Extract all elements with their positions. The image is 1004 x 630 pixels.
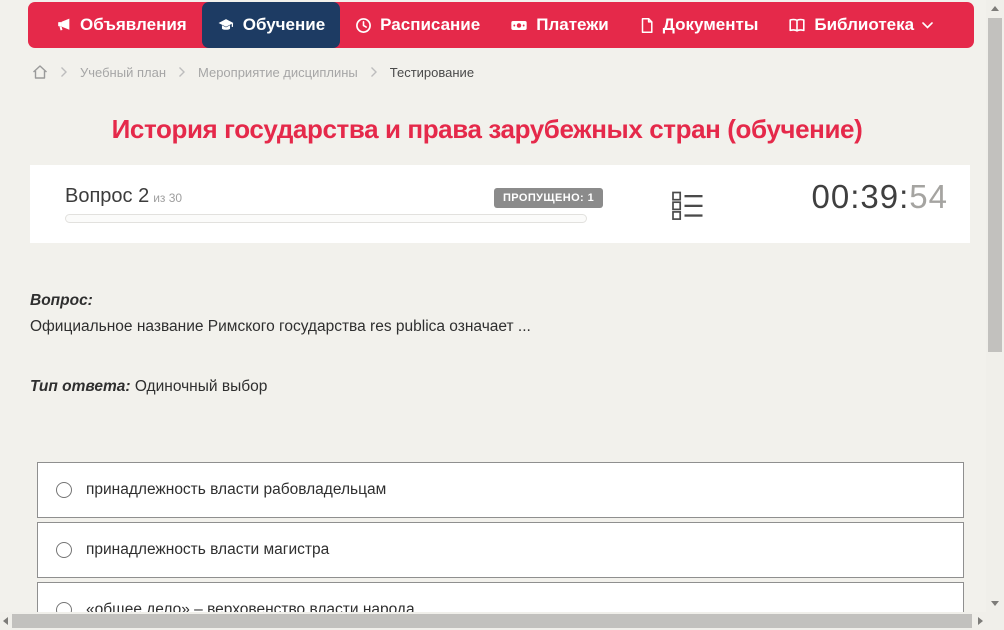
graduation-cap-icon	[217, 17, 235, 34]
timer-minutes: 00:39:	[811, 178, 910, 215]
nav-item-library[interactable]: Библиотека	[773, 2, 948, 48]
answer-type-label: Тип ответа:	[30, 378, 131, 395]
scroll-left-arrow-icon[interactable]	[3, 617, 8, 625]
scroll-down-arrow-icon[interactable]	[991, 601, 999, 606]
answer-type-value: Одиночный выбор	[134, 378, 268, 395]
radio-button[interactable]	[56, 542, 72, 558]
main-navbar: Объявления Обучение Расписание Платежи Д…	[28, 2, 974, 48]
question-text: Официальное название Римского государств…	[30, 318, 531, 335]
nav-item-label: Объявления	[80, 15, 187, 34]
document-icon	[639, 17, 655, 34]
vertical-scrollbar[interactable]	[986, 0, 1004, 612]
nav-item-label: Документы	[662, 15, 759, 34]
page-title: История государства и права зарубежных с…	[111, 114, 863, 144]
question-heading: Вопрос:	[30, 292, 93, 309]
scroll-right-arrow-icon[interactable]	[978, 617, 983, 625]
breadcrumb-item-discipline-event[interactable]: Мероприятие дисциплины	[198, 65, 358, 80]
nav-item-payments[interactable]: Платежи	[495, 2, 624, 48]
chevron-down-icon	[922, 21, 933, 29]
scroll-up-arrow-icon[interactable]	[991, 6, 999, 11]
answer-option-label: принадлежность власти рабовладельцам	[86, 481, 387, 498]
nav-item-learning[interactable]: Обучение	[201, 2, 341, 48]
nav-item-label: Библиотека	[814, 15, 915, 34]
horizontal-scrollbar[interactable]	[0, 612, 986, 630]
question-header-card: Вопрос 2 из 30 ПРОПУЩЕНО: 1 00:39:54	[30, 165, 970, 243]
nav-item-documents[interactable]: Документы	[624, 2, 774, 48]
nav-item-label: Платежи	[536, 15, 609, 34]
answer-option-2[interactable]: принадлежность власти магистра	[37, 522, 964, 578]
nav-item-label: Расписание	[380, 15, 481, 34]
book-icon	[788, 17, 806, 34]
answer-type-row: Тип ответа: Одиночный выбор	[30, 378, 267, 396]
home-icon[interactable]	[32, 64, 48, 80]
chevron-right-icon	[178, 66, 186, 78]
question-list-button[interactable]	[672, 191, 703, 225]
clock-icon	[355, 17, 372, 34]
skipped-badge: ПРОПУЩЕНО: 1	[494, 188, 604, 208]
answer-options: принадлежность власти рабовладельцам при…	[37, 462, 964, 630]
scrollbar-corner	[986, 612, 1004, 630]
timer-seconds: 54	[909, 178, 948, 215]
nav-item-label: Обучение	[242, 15, 326, 34]
money-icon	[510, 17, 528, 34]
test-timer: 00:39:54	[812, 178, 948, 216]
megaphone-icon	[55, 17, 72, 34]
answer-option-label: принадлежность власти магистра	[86, 541, 330, 558]
nav-item-schedule[interactable]: Расписание	[340, 2, 495, 48]
horizontal-scrollbar-thumb[interactable]	[12, 614, 972, 628]
vertical-scrollbar-thumb[interactable]	[988, 18, 1002, 352]
breadcrumb-item-curriculum[interactable]: Учебный план	[80, 65, 166, 80]
radio-button[interactable]	[56, 482, 72, 498]
breadcrumb: Учебный план Мероприятие дисциплины Тест…	[32, 63, 474, 81]
question-progress-bar	[65, 214, 587, 223]
list-icon	[672, 191, 703, 220]
chevron-right-icon	[60, 66, 68, 78]
answer-option-1[interactable]: принадлежность власти рабовладельцам	[37, 462, 964, 518]
question-counter: из 30	[153, 191, 183, 205]
chevron-right-icon	[370, 66, 378, 78]
question-number: Вопрос 2 из 30	[65, 185, 183, 207]
nav-item-announcements[interactable]: Объявления	[40, 2, 202, 48]
breadcrumb-item-testing: Тестирование	[389, 64, 475, 80]
